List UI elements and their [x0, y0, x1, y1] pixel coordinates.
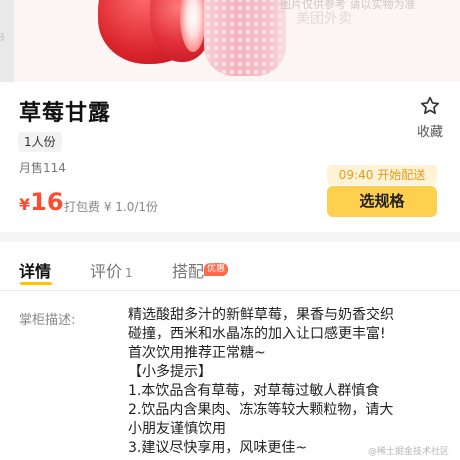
packaging-fee: 打包费 ¥ 1.0/1份: [64, 200, 159, 214]
tab-reviews[interactable]: 评价 1: [90, 258, 133, 282]
product-detail-page: 图片仅供参考 请以实物为准 美团外卖 草莓甘露 收藏 1人份 月售114 ¥16…: [0, 0, 460, 460]
star-outline-icon: [420, 96, 440, 115]
price-currency: ¥: [19, 195, 31, 214]
product-image[interactable]: 图片仅供参考 请以实物为准 美团外卖: [0, 0, 460, 82]
drink-cup-graphic: [204, 0, 286, 76]
watermark-line2: 美团外卖: [296, 11, 352, 27]
watermark-line1: 图片仅供参考 请以实物为准: [280, 0, 416, 11]
spec-tag: 1人份: [18, 132, 62, 152]
discount-badge: 优惠: [204, 263, 229, 276]
monthly-sales: 月售114: [19, 161, 66, 175]
delivery-start-note: 09:40 开始配送: [327, 165, 437, 185]
tab-combo-label: 搭配: [172, 262, 205, 281]
footer-watermark: @稀土掘金技术社区: [368, 447, 450, 457]
product-title: 草莓甘露: [19, 101, 112, 126]
tab-reviews-count: 1: [125, 266, 133, 280]
side-strip: [0, 0, 14, 82]
description-line: 首次饮用推荐正常糖~: [128, 345, 266, 361]
description-line: 精选酸甜多汁的新鲜草莓，果香与奶香交织: [128, 307, 394, 323]
description-line: 小朋友谨慎饮用: [128, 421, 226, 437]
favorite-label: 收藏: [416, 125, 443, 140]
description-line: 【小多提示】: [128, 364, 212, 380]
description-line: 2.饮品内含果肉、冻冻等较大颗粒物，请大: [128, 402, 394, 418]
description-label: 掌柜描述:: [19, 313, 76, 328]
price-value: 16: [30, 188, 64, 216]
tab-divider: [0, 290, 460, 291]
favorite-button[interactable]: 收藏: [410, 95, 450, 141]
tab-details-label: 详情: [19, 262, 52, 281]
tab-combo[interactable]: 搭配 优惠: [172, 258, 229, 282]
choose-spec-button[interactable]: 选规格: [327, 186, 437, 217]
description-body: 精选酸甜多汁的新鲜草莓，果香与奶香交织 碰撞，西米和水晶冻的加入让口感更丰富! …: [128, 306, 450, 458]
image-watermark: 图片仅供参考 请以实物为准 美团外卖: [280, 0, 450, 38]
section-separator: [0, 232, 460, 242]
price: ¥16: [19, 188, 64, 216]
active-tab-indicator: [20, 282, 52, 285]
description-line: 1.本饮品含有草莓，对草莓过敏人群慎食: [128, 383, 380, 399]
wifi-icon: [0, 30, 10, 44]
sago-pattern: [204, 0, 286, 76]
tab-reviews-label: 评价: [90, 262, 123, 281]
description-line: 碰撞，西米和水晶冻的加入让口感更丰富!: [128, 326, 386, 342]
tab-details[interactable]: 详情: [19, 258, 51, 282]
